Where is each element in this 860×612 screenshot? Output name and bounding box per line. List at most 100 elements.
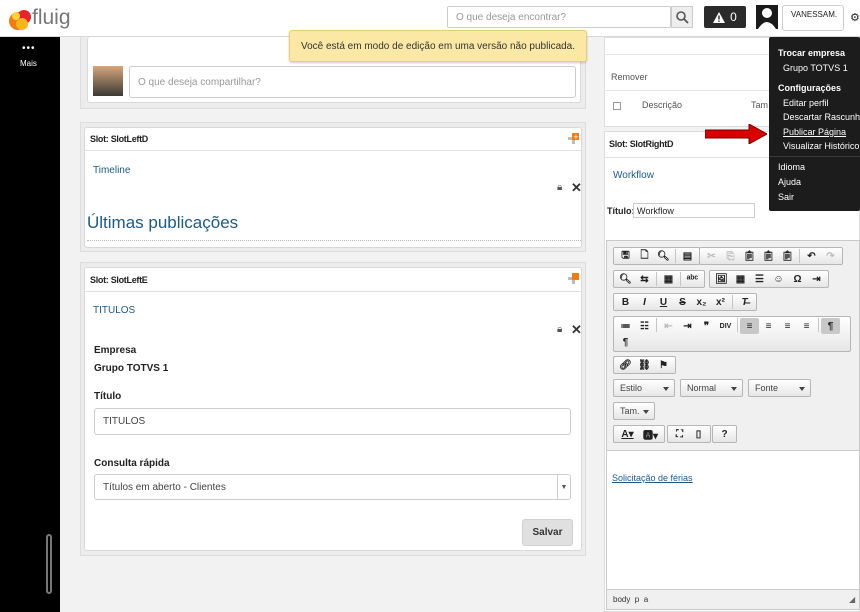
resize-handle-icon[interactable]: ◢: [849, 595, 855, 604]
align-right-icon[interactable]: ≡: [778, 318, 797, 334]
link-icon[interactable]: 🔗︎: [616, 357, 635, 373]
save-icon[interactable]: 🖫: [616, 248, 635, 264]
anchor-icon[interactable]: ⚑: [654, 357, 673, 373]
underline-icon[interactable]: U: [654, 294, 673, 310]
italic-icon[interactable]: I: [635, 294, 654, 310]
avatar[interactable]: [756, 5, 778, 29]
widget-link-workflow[interactable]: Workflow: [613, 170, 654, 181]
bulleted-list-icon[interactable]: ☷: [635, 318, 654, 334]
remove-link[interactable]: Remover: [611, 72, 648, 82]
blockquote-icon[interactable]: ❞: [697, 318, 716, 334]
titulo-label: Título:: [607, 206, 635, 216]
editor-content-link[interactable]: Solicitação de férias: [612, 473, 693, 483]
maximize-icon[interactable]: ⛶: [670, 426, 689, 442]
user-photo: [93, 66, 123, 96]
menu-item-help[interactable]: Ajuda: [778, 177, 801, 187]
preview-icon[interactable]: 🔍︎: [654, 248, 673, 264]
col-descricao[interactable]: Descrição: [642, 100, 682, 110]
widget-link-titulos[interactable]: TITULOS: [93, 305, 135, 316]
username-button[interactable]: VANESSAM.: [782, 5, 844, 31]
show-blocks-icon[interactable]: ▯: [689, 426, 708, 442]
titulo-input[interactable]: TITULOS: [94, 408, 571, 435]
add-widget-icon[interactable]: [568, 273, 579, 284]
select-all-checkbox[interactable]: [613, 102, 621, 110]
basic-styles-group: B I U Sx₂ x² T̶: [613, 293, 757, 311]
paste-word-icon[interactable]: 📋︎: [778, 248, 797, 264]
align-left-icon[interactable]: ≡: [740, 318, 759, 334]
justify-icon[interactable]: ≡: [797, 318, 816, 334]
style-select[interactable]: Estilo: [613, 379, 675, 397]
gear-icon[interactable]: ⚙: [850, 11, 860, 24]
undo-icon[interactable]: ↶: [802, 248, 821, 264]
close-icon[interactable]: ✕: [571, 322, 582, 338]
add-widget-icon[interactable]: +: [568, 133, 579, 144]
search-input[interactable]: O que deseja encontrar?: [447, 6, 671, 28]
image-icon[interactable]: 🖼︎: [712, 271, 731, 287]
unpublished-notice: Você está em modo de edição em uma versã…: [289, 30, 587, 62]
copy-icon[interactable]: ⎘: [721, 248, 740, 264]
menu-item-logout[interactable]: Sair: [778, 192, 794, 202]
superscript-icon[interactable]: x²: [711, 294, 730, 310]
horizontal-line-icon[interactable]: ☰: [750, 271, 769, 287]
replace-icon[interactable]: ⇆: [635, 271, 654, 287]
search-button[interactable]: [671, 6, 693, 28]
consulta-value: Títulos em aberto - Clientes: [103, 481, 226, 493]
special-char-icon[interactable]: Ω: [788, 271, 807, 287]
cut-icon[interactable]: ✂: [702, 248, 721, 264]
bold-icon[interactable]: B: [616, 294, 635, 310]
user-dropdown-menu: Trocar empresa Grupo TOTVS 1 Configuraçõ…: [769, 37, 860, 211]
menu-item-edit-profile[interactable]: Editar perfil: [783, 98, 829, 108]
redo-icon[interactable]: ↷: [821, 248, 840, 264]
scrollbar[interactable]: [46, 534, 52, 594]
titulo-input[interactable]: Workflow: [633, 203, 755, 218]
div-icon[interactable]: DIV: [716, 318, 735, 334]
remove-format-icon[interactable]: T̶: [735, 294, 754, 310]
smiley-icon[interactable]: ☺: [769, 271, 788, 287]
text-color-icon[interactable]: A▾: [616, 426, 639, 442]
unlink-icon[interactable]: ⛓: [635, 357, 654, 373]
find-icon[interactable]: 🔍︎: [616, 271, 635, 287]
menu-item-company[interactable]: Grupo TOTVS 1: [783, 63, 848, 73]
element-path[interactable]: body p a: [613, 595, 648, 604]
paste-icon[interactable]: 📋︎: [740, 248, 759, 264]
subscript-icon[interactable]: x₂: [692, 294, 711, 310]
table-icon[interactable]: ▦: [731, 271, 750, 287]
col-tam[interactable]: Tam: [751, 100, 768, 110]
find-group: 🔍︎ ⇆ ▦ ᵃᵇᶜ: [613, 270, 705, 288]
lock-icon[interactable]: 🔒︎: [557, 324, 562, 335]
page-break-icon[interactable]: ⇥: [807, 271, 826, 287]
font-select[interactable]: Fonte: [748, 379, 811, 397]
strike-icon[interactable]: S: [673, 294, 692, 310]
menu-item-publish-page[interactable]: Publicar Página: [783, 127, 846, 137]
rtl-icon[interactable]: ¶: [616, 335, 635, 351]
more-label[interactable]: Mais: [20, 59, 37, 68]
menu-item-view-history[interactable]: Visualizar Histórico: [783, 141, 859, 151]
lock-icon[interactable]: 🔒︎: [557, 182, 562, 193]
new-page-icon[interactable]: 🗋: [635, 248, 654, 264]
close-icon[interactable]: ✕: [571, 180, 582, 196]
save-button[interactable]: Salvar: [522, 519, 573, 546]
chevron-down-icon[interactable]: ▼: [557, 475, 570, 499]
slot-left-e: Slot: SlotLeftE TITULOS 🔒︎ ✕ Empresa Gru…: [80, 262, 586, 556]
share-input[interactable]: O que deseja compartilhar?: [129, 66, 576, 98]
widget-link-timeline[interactable]: Timeline: [93, 165, 130, 176]
alerts-button[interactable]: 0: [704, 6, 746, 28]
ltr-icon[interactable]: ¶: [821, 318, 840, 334]
select-all-icon[interactable]: ▦: [659, 271, 678, 287]
indent-icon[interactable]: ⇥: [678, 318, 697, 334]
menu-item-language[interactable]: Idioma: [778, 162, 805, 172]
consulta-select[interactable]: Títulos em aberto - Clientes: [94, 474, 571, 500]
more-icon[interactable]: •••: [22, 43, 36, 54]
size-select[interactable]: Tam.: [613, 402, 655, 420]
format-select[interactable]: Normal: [680, 379, 743, 397]
align-center-icon[interactable]: ≡: [759, 318, 778, 334]
bg-color-icon[interactable]: 🅰▾: [639, 426, 662, 442]
templates-icon[interactable]: ▤: [678, 248, 697, 264]
help-icon[interactable]: ?: [715, 426, 734, 442]
spellcheck-icon[interactable]: ᵃᵇᶜ: [683, 271, 702, 287]
menu-item-discard-draft[interactable]: Descartar Rascunho: [783, 112, 860, 122]
numbered-list-icon[interactable]: ≔: [616, 318, 635, 334]
clipboard-group: ✂ ⎘ 📋︎ 📋︎ 📋︎ ↶ ↷: [699, 247, 843, 265]
paste-text-icon[interactable]: 📋︎: [759, 248, 778, 264]
outdent-icon[interactable]: ⇤: [659, 318, 678, 334]
